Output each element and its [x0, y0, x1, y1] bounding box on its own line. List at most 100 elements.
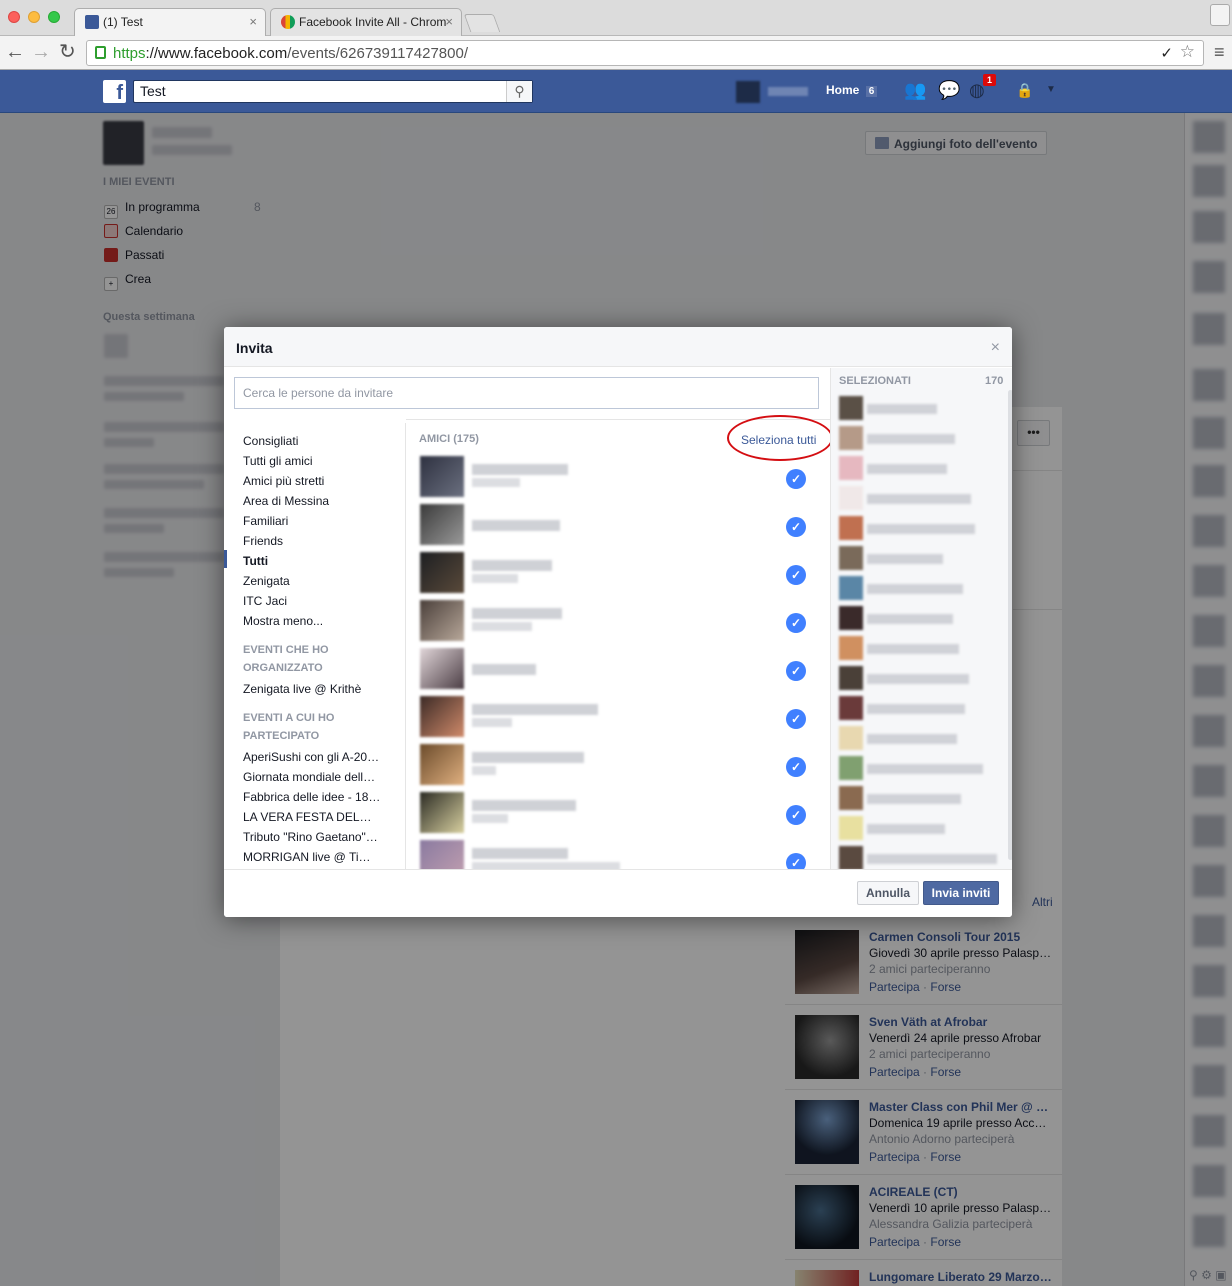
forward-arrow-icon[interactable]: → — [31, 41, 51, 63]
facebook-search-input[interactable]: Test ⚲ — [133, 80, 533, 103]
selected-person[interactable] — [839, 606, 1009, 632]
organized-event-item[interactable]: Zenigata live @ Krithè — [243, 682, 361, 696]
friend-row[interactable]: ✓ — [420, 456, 820, 500]
selected-person[interactable] — [839, 756, 1009, 782]
dialog-title: Invita — [236, 340, 273, 356]
selected-check-icon[interactable]: ✓ — [786, 805, 806, 825]
bookmark-star-icon[interactable]: ☆ — [1180, 42, 1195, 62]
close-icon[interactable]: × — [991, 339, 1000, 357]
privacy-shortcuts-icon[interactable]: 🔒 — [1016, 82, 1033, 99]
selected-check-icon[interactable]: ✓ — [786, 613, 806, 633]
home-link[interactable]: Home 6 — [826, 83, 878, 97]
selected-check-icon[interactable]: ✓ — [786, 517, 806, 537]
selected-check-icon[interactable]: ✓ — [786, 853, 806, 869]
tab-facebook[interactable]: (1) Test × — [74, 8, 266, 36]
friend-avatar — [420, 456, 464, 497]
selected-avatar — [839, 786, 863, 810]
attended-event-item[interactable]: Fabbrica delle idee - 18… — [243, 790, 380, 804]
new-tab-button[interactable] — [463, 14, 501, 32]
url-path: /events/626739117427800/ — [287, 45, 468, 62]
invite-search-input[interactable]: Cerca le persone da invitare — [234, 377, 819, 409]
category-item[interactable]: Area di Messina — [243, 494, 329, 508]
facebook-favicon-icon — [85, 15, 99, 29]
selected-person[interactable] — [839, 546, 1009, 572]
friend-row[interactable]: ✓ — [420, 648, 820, 692]
maximize-window-button[interactable] — [48, 11, 60, 23]
url-host: ://www.facebook.com — [145, 45, 288, 62]
selected-person[interactable] — [839, 726, 1009, 752]
back-arrow-icon[interactable]: ← — [5, 41, 25, 63]
show-less-link[interactable]: Mostra meno... — [243, 614, 323, 628]
friend-detail-blurred — [472, 622, 532, 631]
category-item[interactable]: Zenigata — [243, 574, 290, 588]
close-tab-icon[interactable]: × — [445, 14, 453, 29]
friend-row[interactable]: ✓ — [420, 744, 820, 788]
category-item[interactable]: Friends — [243, 534, 283, 548]
selected-avatar — [839, 726, 863, 750]
selected-name-blurred — [867, 614, 953, 624]
account-menu-chevron-down-icon[interactable]: ▼ — [1046, 84, 1056, 95]
category-item[interactable]: Tutti gli amici — [243, 454, 313, 468]
profile-name[interactable] — [768, 87, 808, 96]
selected-person[interactable] — [839, 846, 1009, 869]
selected-check-icon[interactable]: ✓ — [786, 709, 806, 729]
selected-person[interactable] — [839, 696, 1009, 722]
minimize-window-button[interactable] — [28, 11, 40, 23]
selected-check-icon[interactable]: ✓ — [786, 757, 806, 777]
attended-event-item[interactable]: Giornata mondiale dell… — [243, 770, 375, 784]
selected-name-blurred — [867, 494, 971, 504]
facebook-logo-icon[interactable]: f — [103, 80, 126, 104]
selected-check-icon[interactable]: ✓ — [786, 565, 806, 585]
friend-avatar — [420, 792, 464, 833]
friend-detail-blurred — [472, 862, 620, 869]
selected-person[interactable] — [839, 486, 1009, 512]
selected-name-blurred — [867, 794, 961, 804]
search-icon[interactable]: ⚲ — [506, 81, 532, 102]
friend-row[interactable]: ✓ — [420, 552, 820, 596]
attended-event-item[interactable]: MORRIGAN live @ Ti… — [243, 850, 371, 864]
address-bar[interactable]: https://www.facebook.com/events/62673911… — [86, 40, 1204, 66]
chrome-menu-icon[interactable]: ≡ — [1214, 42, 1225, 63]
close-tab-icon[interactable]: × — [249, 14, 257, 29]
extension-check-icon[interactable]: ✓ — [1160, 44, 1173, 62]
selected-avatar — [839, 846, 863, 869]
home-label: Home — [826, 83, 860, 97]
friend-detail-blurred — [472, 574, 518, 583]
selected-person[interactable] — [839, 516, 1009, 542]
selected-check-icon[interactable]: ✓ — [786, 661, 806, 681]
selected-person[interactable] — [839, 576, 1009, 602]
messages-icon[interactable]: 💬 — [938, 80, 960, 101]
profile-icon[interactable] — [1210, 4, 1230, 26]
selected-person[interactable] — [839, 636, 1009, 662]
category-item[interactable]: Familiari — [243, 514, 288, 528]
friend-row[interactable]: ✓ — [420, 792, 820, 836]
selected-person[interactable] — [839, 666, 1009, 692]
selected-person[interactable] — [839, 396, 1009, 422]
send-invites-button[interactable]: Invia inviti — [923, 881, 999, 905]
category-item[interactable]: Amici più stretti — [243, 474, 324, 488]
category-item[interactable]: ITC Jaci — [243, 594, 287, 608]
attended-event-item[interactable]: AperiSushi con gli A-20… — [243, 750, 379, 764]
tab-webstore[interactable]: Facebook Invite All - Chrom × — [270, 8, 462, 36]
category-item-active[interactable]: Tutti — [243, 554, 268, 568]
lock-icon — [95, 46, 106, 59]
category-item[interactable]: Consigliati — [243, 434, 298, 448]
profile-avatar[interactable] — [736, 81, 760, 103]
attended-event-item[interactable]: Tributo "Rino Gaetano"… — [243, 830, 378, 844]
selected-check-icon[interactable]: ✓ — [786, 469, 806, 489]
friend-row[interactable]: ✓ — [420, 696, 820, 740]
friend-row[interactable]: ✓ — [420, 600, 820, 644]
selected-person[interactable] — [839, 816, 1009, 842]
friend-row[interactable]: ✓ — [420, 504, 820, 548]
selected-person[interactable] — [839, 426, 1009, 452]
selected-person[interactable] — [839, 456, 1009, 482]
selected-avatar — [839, 426, 863, 450]
reload-icon[interactable]: ↻ — [59, 41, 76, 63]
selected-count: 170 — [985, 375, 1004, 387]
friend-requests-icon[interactable]: 👥 — [904, 80, 926, 101]
cancel-button[interactable]: Annulla — [857, 881, 919, 905]
close-window-button[interactable] — [8, 11, 20, 23]
friend-row[interactable]: ✓ — [420, 840, 820, 869]
attended-event-item[interactable]: LA VERA FESTA DEL… — [243, 810, 372, 824]
selected-person[interactable] — [839, 786, 1009, 812]
